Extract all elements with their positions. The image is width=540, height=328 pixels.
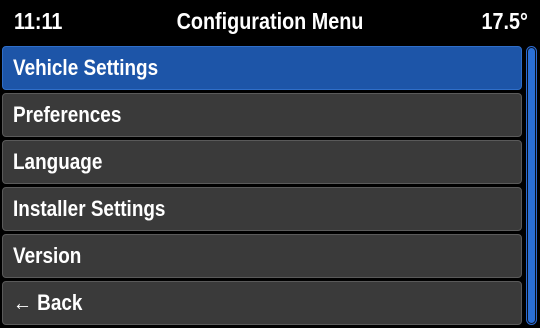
menu-item-label: Vehicle Settings <box>13 55 159 80</box>
configuration-menu-list: Vehicle Settings Preferences Language In… <box>2 46 522 328</box>
scrollbar[interactable] <box>526 46 537 325</box>
back-button[interactable]: ← Back <box>2 281 522 325</box>
page-title: Configuration Menu <box>176 8 364 34</box>
status-temperature: 17.5° <box>481 8 528 34</box>
scrollbar-thumb[interactable] <box>528 48 535 323</box>
menu-item-label: Version <box>13 243 82 268</box>
menu-item-version[interactable]: Version <box>2 234 522 278</box>
menu-item-vehicle-settings[interactable]: Vehicle Settings <box>2 46 522 90</box>
menu-item-label: Installer Settings <box>13 196 166 221</box>
menu-item-preferences[interactable]: Preferences <box>2 93 522 137</box>
menu-item-language[interactable]: Language <box>2 140 522 184</box>
back-button-label: ← Back <box>13 290 83 315</box>
menu-item-label: Language <box>13 149 103 174</box>
menu-item-installer-settings[interactable]: Installer Settings <box>2 187 522 231</box>
status-bar: 11:11 Configuration Menu 17.5° <box>0 0 540 42</box>
menu-item-label: Preferences <box>13 102 122 127</box>
